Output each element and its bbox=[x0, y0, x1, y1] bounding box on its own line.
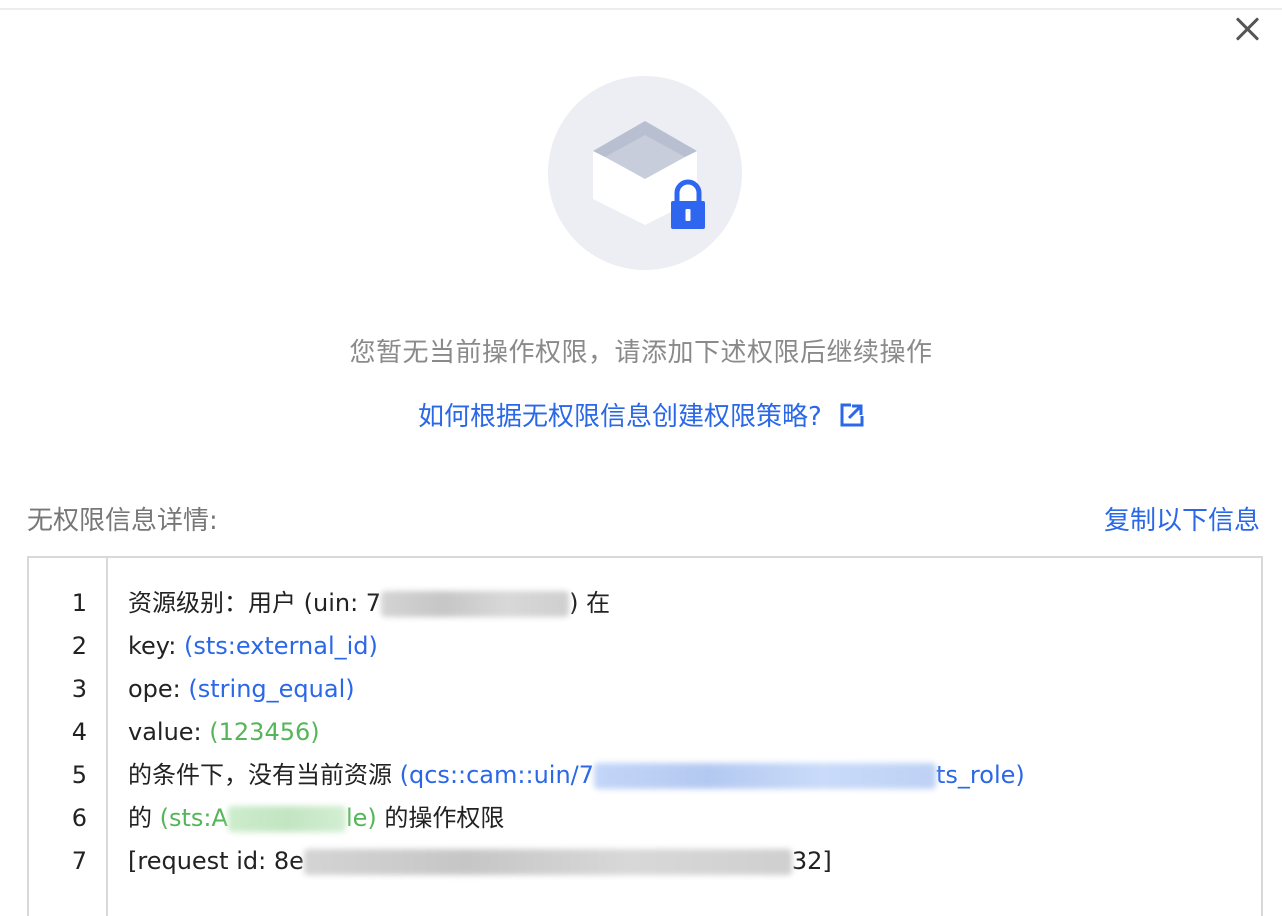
gutter-divider bbox=[106, 558, 108, 916]
request-id-prefix: [request id: 8e bbox=[128, 847, 304, 875]
help-link-text[interactable]: 如何根据无权限信息创建权限策略? bbox=[418, 402, 822, 432]
redacted-request-id bbox=[303, 849, 792, 875]
line-number: 6 bbox=[71, 804, 87, 832]
request-id-suffix: 32] bbox=[791, 847, 832, 875]
close-icon[interactable] bbox=[1230, 12, 1264, 46]
value-label: value: bbox=[128, 718, 210, 746]
line-number: 2 bbox=[71, 632, 87, 660]
redacted-uin bbox=[381, 591, 570, 617]
box-lock-icon bbox=[548, 76, 742, 270]
line-number: 5 bbox=[71, 761, 87, 789]
line-number: 1 bbox=[71, 589, 87, 617]
resource-level-suffix: ) 在 bbox=[569, 589, 611, 617]
detail-title: 无权限信息详情: bbox=[27, 506, 218, 536]
copy-info-button[interactable]: 复制以下信息 bbox=[1104, 500, 1260, 537]
resource-end: ts_role) bbox=[936, 761, 1025, 789]
resource-start: (qcs::cam::uin/7 bbox=[399, 761, 595, 789]
key-value: (sts:external_id) bbox=[183, 632, 378, 660]
ope-value: (string_equal) bbox=[188, 675, 355, 703]
condition-text: 的条件下，没有当前资源 bbox=[128, 761, 400, 789]
no-permission-message: 您暂无当前操作权限，请添加下述权限后继续操作 bbox=[349, 338, 933, 368]
line-number: 3 bbox=[71, 675, 87, 703]
resource-level-text: 资源级别：用户 (uin: 7 bbox=[128, 589, 382, 617]
line-number: 7 bbox=[71, 847, 87, 875]
redacted-resource bbox=[594, 763, 937, 789]
key-label: key: bbox=[128, 632, 184, 660]
action-start: (sts:A bbox=[159, 804, 228, 832]
ope-label: ope: bbox=[128, 675, 189, 703]
action-end: le) bbox=[345, 804, 377, 832]
line-number: 4 bbox=[71, 718, 87, 746]
permission-detail-box: 1 资源级别：用户 (uin: 7 ) 在 2 key: (sts:externa… bbox=[27, 556, 1263, 916]
top-divider bbox=[0, 8, 1282, 10]
value-value: (123456) bbox=[209, 718, 320, 746]
action-suffix: 的操作权限 bbox=[376, 804, 505, 832]
action-prefix: 的 bbox=[128, 804, 160, 832]
help-link[interactable]: 如何根据无权限信息创建权限策略? bbox=[0, 396, 1282, 433]
external-link-icon[interactable] bbox=[840, 403, 865, 427]
redacted-action bbox=[227, 806, 346, 832]
